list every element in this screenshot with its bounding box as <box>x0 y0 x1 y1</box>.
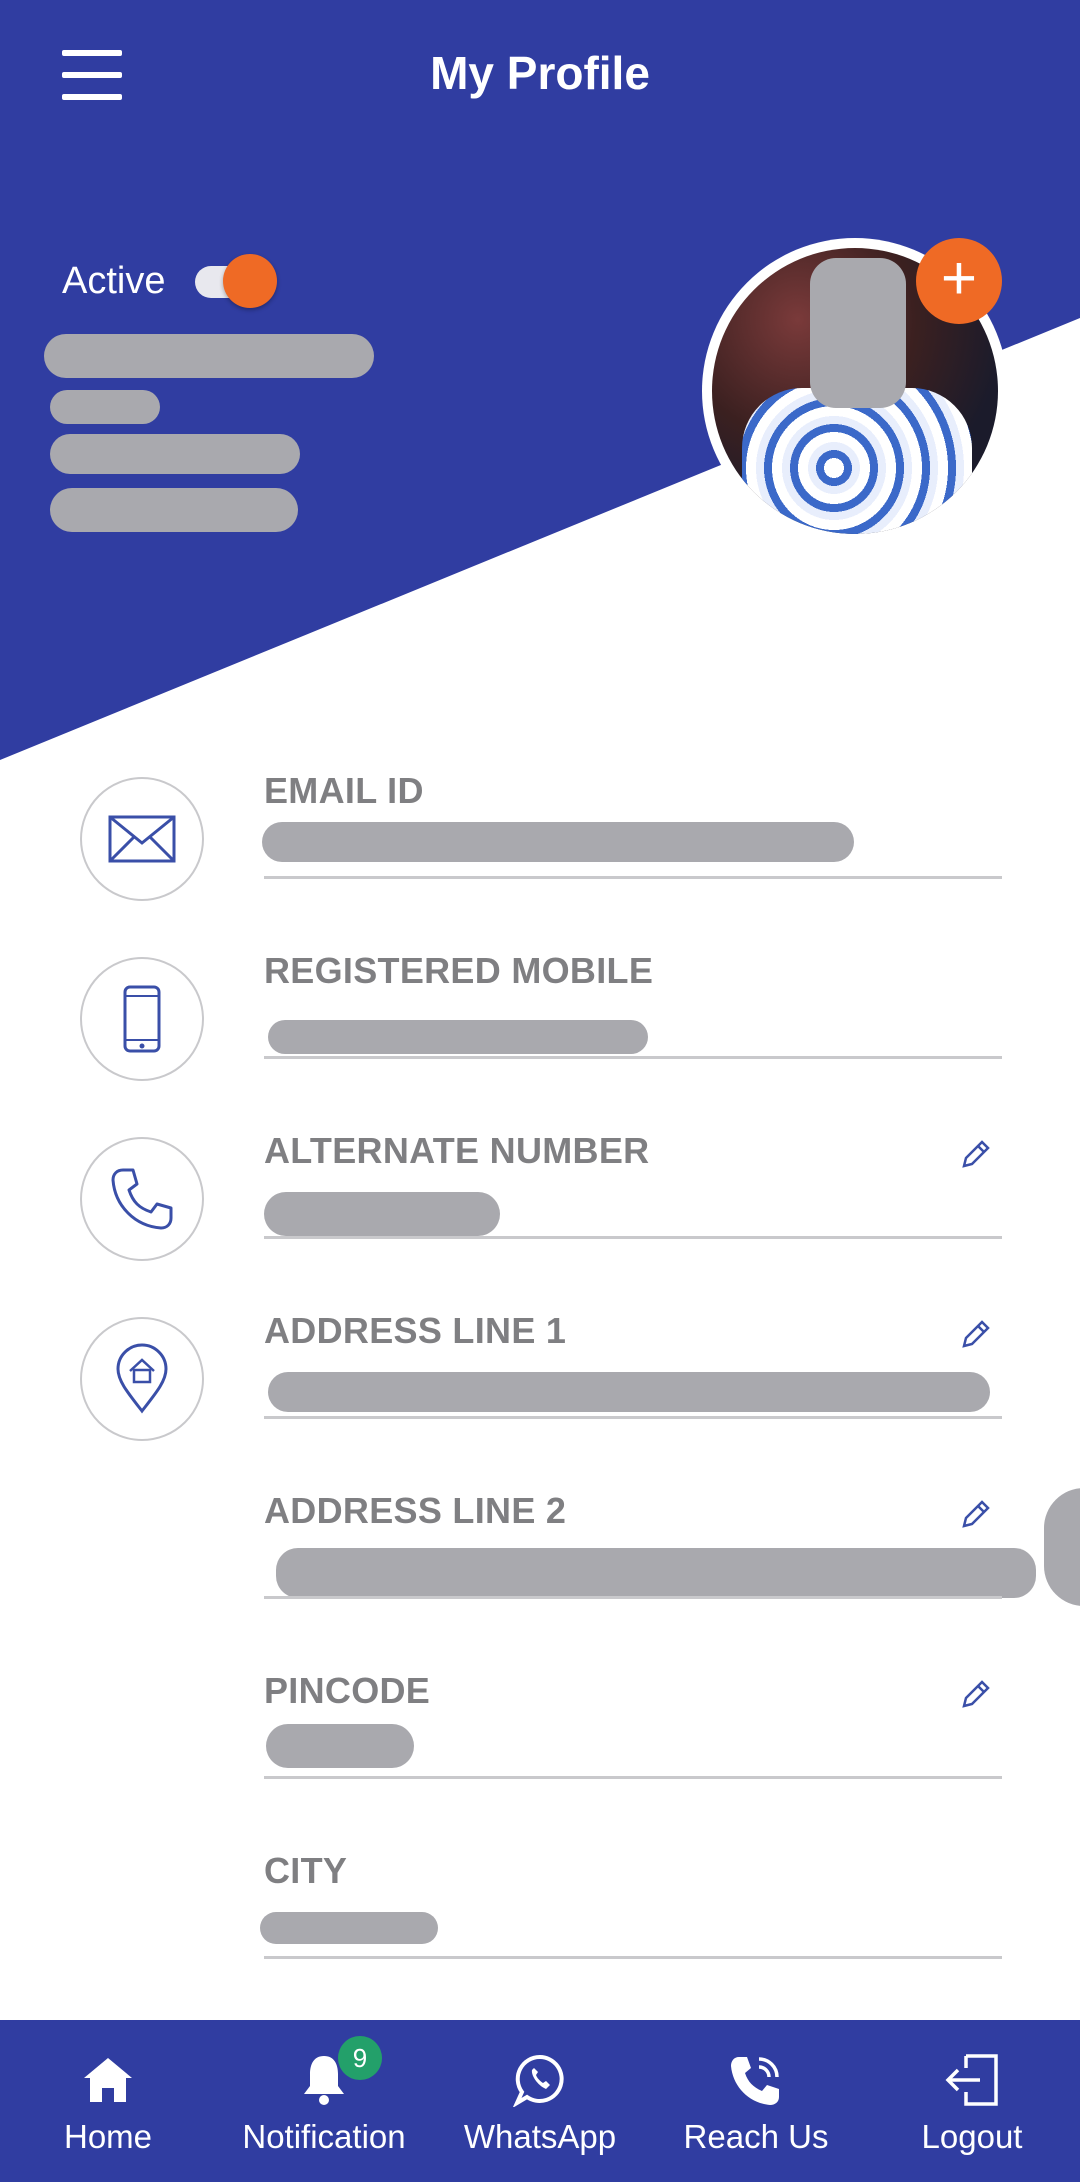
nav-logout[interactable]: Logout <box>864 2020 1080 2182</box>
field-address-line-1[interactable]: ADDRESS LINE 1 <box>0 1302 1080 1482</box>
edit-pencil-icon[interactable] <box>958 1496 994 1532</box>
redacted-address-line-2 <box>276 1548 1036 1598</box>
nav-whatsapp[interactable]: WhatsApp <box>432 2020 648 2182</box>
envelope-icon <box>80 777 204 901</box>
redacted-region <box>50 488 298 532</box>
home-icon <box>78 2050 138 2110</box>
field-city: CITY <box>0 1842 1080 2022</box>
nav-notification[interactable]: 9 Notification <box>216 2020 432 2182</box>
profile-avatar[interactable]: + <box>702 238 1008 544</box>
redacted-alternate-number <box>264 1192 500 1236</box>
redacted-email <box>262 822 854 862</box>
field-label: ALTERNATE NUMBER <box>264 1130 650 1171</box>
bottom-navigation: Home 9 Notification WhatsApp Reach Us Lo… <box>0 2020 1080 2182</box>
whatsapp-icon <box>510 2050 570 2110</box>
add-photo-button[interactable]: + <box>916 238 1002 324</box>
field-registered-mobile: REGISTERED MOBILE <box>0 942 1080 1122</box>
field-label: CITY <box>264 1850 348 1891</box>
nav-label: Reach Us <box>683 2118 829 2155</box>
edit-pencil-icon[interactable] <box>958 1676 994 1712</box>
nav-home[interactable]: Home <box>0 2020 216 2182</box>
status-label: Active <box>62 260 166 302</box>
edit-pencil-icon[interactable] <box>958 1136 994 1172</box>
nav-label: Notification <box>242 2118 406 2155</box>
field-label: REGISTERED MOBILE <box>264 950 654 991</box>
active-toggle[interactable] <box>195 253 278 308</box>
nav-label: Logout <box>921 2118 1023 2155</box>
field-alternate-number[interactable]: ALTERNATE NUMBER <box>0 1122 1080 1302</box>
top-app-bar: My Profile <box>0 0 1080 160</box>
location-pin-home-icon <box>80 1317 204 1441</box>
redacted-name <box>44 334 374 378</box>
page-title: My Profile <box>430 47 650 99</box>
redacted-pincode <box>266 1724 414 1768</box>
redacted-address-line-1 <box>268 1372 990 1412</box>
redacted-city <box>260 1912 438 1944</box>
status-row: Active <box>62 253 278 308</box>
logout-icon <box>942 2050 1002 2110</box>
nav-label: Home <box>63 2118 153 2155</box>
field-label: ADDRESS LINE 1 <box>264 1310 567 1351</box>
nav-label: WhatsApp <box>463 2118 617 2155</box>
field-pincode[interactable]: PINCODE <box>0 1662 1080 1842</box>
phone-handset-icon <box>80 1137 204 1261</box>
field-label: EMAIL ID <box>264 770 424 811</box>
redacted-code <box>50 434 300 474</box>
field-email: EMAIL ID <box>0 762 1080 942</box>
field-address-line-2[interactable]: ADDRESS LINE 2 <box>0 1482 1080 1662</box>
edit-pencil-icon[interactable] <box>958 1316 994 1352</box>
mobile-phone-icon <box>80 957 204 1081</box>
phone-call-icon <box>726 2050 786 2110</box>
redacted-mobile <box>268 1020 648 1054</box>
redacted-designation <box>50 390 160 424</box>
notification-badge: 9 <box>338 2036 382 2080</box>
nav-reach-us[interactable]: Reach Us <box>648 2020 864 2182</box>
field-label: PINCODE <box>264 1670 431 1711</box>
field-label: ADDRESS LINE 2 <box>264 1490 567 1531</box>
